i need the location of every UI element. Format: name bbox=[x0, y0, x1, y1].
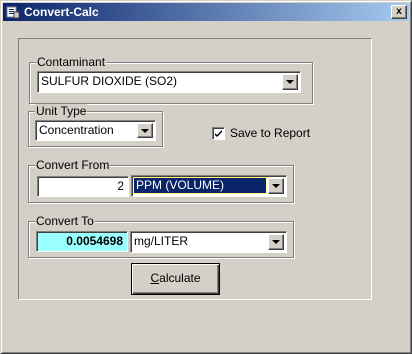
save-to-report-label[interactable]: Save to Report bbox=[230, 126, 310, 141]
convert-to-unit-dropdown-button[interactable] bbox=[268, 234, 284, 250]
unit-type-label: Unit Type bbox=[35, 104, 88, 118]
convert-to-unit-dropdown[interactable]: mg/LITER bbox=[130, 231, 287, 253]
convert-from-value-input[interactable]: 2 bbox=[37, 176, 129, 197]
calculate-button[interactable]: Calculate bbox=[131, 263, 220, 295]
close-button[interactable]: x bbox=[391, 5, 407, 19]
title-bar[interactable]: Convert-Calc x bbox=[3, 3, 409, 21]
window-title: Convert-Calc bbox=[24, 5, 99, 19]
contaminant-dropdown-button[interactable] bbox=[282, 74, 298, 90]
convert-to-result-field[interactable]: 0.0054698 bbox=[36, 231, 128, 252]
close-icon: x bbox=[396, 6, 402, 17]
convert-from-unit-dropdown[interactable]: PPM (VOLUME) bbox=[131, 175, 287, 197]
convert-to-label: Convert To bbox=[35, 214, 95, 228]
save-to-report-checkbox[interactable] bbox=[212, 127, 225, 140]
unit-type-dropdown[interactable]: Concentration bbox=[35, 120, 156, 141]
calculate-mnemonic: C bbox=[150, 271, 160, 285]
app-icon bbox=[6, 6, 20, 19]
convert-from-unit-selected: PPM (VOLUME) bbox=[133, 177, 267, 194]
convert-to-unit-selected: mg/LITER bbox=[134, 234, 189, 248]
contaminant-dropdown[interactable]: SULFUR DIOXIDE (SO2) bbox=[37, 71, 301, 93]
convert-to-group: Convert To 0.0054698 mg/LITER bbox=[28, 214, 294, 258]
convert-from-group: Convert From 2 PPM (VOLUME) bbox=[28, 158, 294, 203]
contaminant-selected-value: SULFUR DIOXIDE (SO2) bbox=[41, 74, 178, 88]
chevron-down-icon bbox=[141, 129, 149, 133]
checkmark-icon bbox=[215, 130, 222, 137]
convert-calc-window: Convert-Calc x Contaminant SULFUR DIOXID… bbox=[0, 0, 412, 354]
unit-type-selected-value: Concentration bbox=[39, 123, 114, 137]
calculate-button-label: alculate bbox=[159, 271, 201, 285]
chevron-down-icon bbox=[272, 184, 280, 188]
chevron-down-icon bbox=[286, 80, 294, 84]
chevron-down-icon bbox=[272, 240, 280, 244]
convert-from-label: Convert From bbox=[35, 158, 111, 172]
contaminant-label: Contaminant bbox=[36, 55, 107, 69]
contaminant-group: Contaminant SULFUR DIOXIDE (SO2) bbox=[29, 55, 313, 104]
convert-from-unit-dropdown-button[interactable] bbox=[268, 178, 284, 194]
unit-type-dropdown-button[interactable] bbox=[137, 123, 153, 138]
unit-type-group: Unit Type Concentration bbox=[28, 104, 163, 147]
